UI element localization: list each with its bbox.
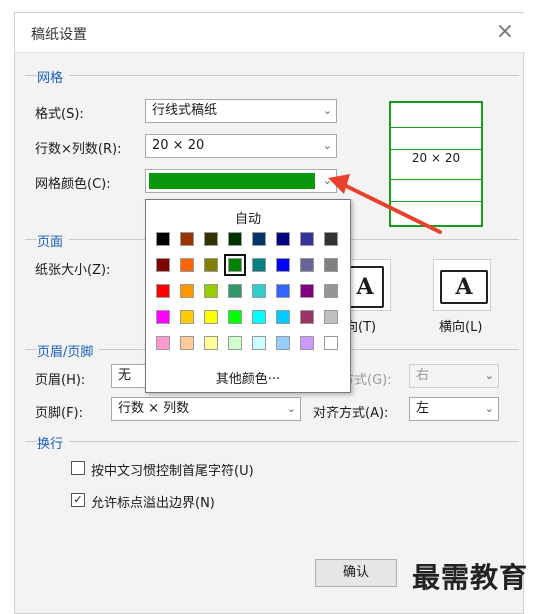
watermark-text: 最需教育: [411, 561, 528, 594]
header-footer-heading: 页眉/页脚: [37, 341, 100, 360]
color-swatch[interactable]: [224, 254, 246, 276]
annotation-arrow: [328, 174, 442, 234]
wrap-section-heading: 换行: [37, 433, 70, 452]
footer-align-label: 对齐方式(A):: [313, 406, 389, 421]
color-swatch[interactable]: [204, 232, 218, 246]
rows-cols-select[interactable]: 20 × 20 ⌄: [145, 134, 337, 158]
paper-size-label: 纸张大小(Z):: [35, 263, 111, 278]
wrap-option-2-checkbox[interactable]: ✓: [71, 493, 85, 507]
arrow-shaft: [340, 182, 442, 234]
color-swatch[interactable]: [156, 336, 170, 350]
header-label: 页眉(H):: [35, 373, 86, 388]
header-select-value: 无: [118, 368, 132, 383]
color-swatch[interactable]: [276, 232, 290, 246]
rows-cols-label: 行数×列数(R):: [35, 142, 122, 157]
page-setup-dialog: 稿纸设置 × 网格 格式(S): 行线式稿纸 ⌄ 行数×列数(R): 20 × …: [14, 12, 525, 614]
header-align-select[interactable]: 右 ⌄: [409, 364, 499, 388]
color-swatch[interactable]: [180, 310, 194, 324]
color-swatch[interactable]: [228, 232, 242, 246]
chevron-down-icon: ⌄: [322, 139, 332, 152]
color-swatch[interactable]: [252, 336, 266, 350]
color-swatch[interactable]: [276, 310, 290, 324]
footer-align-value: 左: [416, 401, 430, 416]
color-swatch[interactable]: [276, 336, 290, 350]
color-swatch[interactable]: [300, 310, 314, 324]
footer-align-select[interactable]: 左 ⌄: [409, 397, 499, 421]
color-swatch[interactable]: [156, 258, 170, 272]
chevron-down-icon: ⌄: [484, 369, 494, 382]
footer-label: 页脚(F):: [35, 406, 84, 421]
style-label: 格式(S):: [35, 107, 84, 122]
style-select-value: 行线式稿纸: [152, 103, 218, 118]
chevron-down-icon: ⌄: [322, 104, 332, 117]
preview-text: 20 × 20: [411, 151, 461, 165]
color-swatch[interactable]: [228, 336, 242, 350]
rows-cols-select-value: 20 × 20: [152, 138, 205, 153]
color-swatch[interactable]: [276, 258, 290, 272]
color-swatch[interactable]: [156, 232, 170, 246]
color-swatch[interactable]: [204, 284, 218, 298]
color-swatch[interactable]: [300, 232, 314, 246]
color-swatch[interactable]: [252, 232, 266, 246]
chevron-down-icon: ⌄: [484, 402, 494, 415]
color-swatch[interactable]: [204, 310, 218, 324]
arrow-head: [328, 174, 350, 194]
color-swatch[interactable]: [252, 310, 266, 324]
color-swatch[interactable]: [324, 336, 338, 350]
color-swatch[interactable]: [204, 258, 218, 272]
wrap-section-divider: [25, 441, 519, 442]
color-swatch[interactable]: [228, 284, 242, 298]
color-swatch[interactable]: [252, 258, 266, 272]
color-swatch[interactable]: [156, 284, 170, 298]
color-swatch[interactable]: [156, 310, 170, 324]
more-colors-option[interactable]: 其他颜色···: [146, 368, 350, 387]
color-swatch[interactable]: [180, 284, 194, 298]
color-swatch[interactable]: [300, 284, 314, 298]
grid-color-swatch: [149, 173, 315, 189]
chevron-down-icon: ⌄: [286, 402, 296, 415]
ok-button[interactable]: 确认: [315, 559, 397, 587]
wrap-option-1-label: 按中文习惯控制首尾字符(U): [91, 464, 254, 479]
color-swatch[interactable]: [180, 258, 194, 272]
wrap-option-2-label: 允许标点溢出边界(N): [91, 496, 215, 511]
title-bar: 稿纸设置 ×: [15, 13, 525, 53]
close-icon[interactable]: ×: [493, 21, 517, 45]
landscape-button[interactable]: A: [433, 259, 491, 311]
color-swatch[interactable]: [228, 310, 242, 324]
grid-color-select[interactable]: ⌄: [145, 169, 337, 193]
page-section-heading: 页面: [37, 231, 70, 250]
color-swatch[interactable]: [204, 336, 218, 350]
wrap-option-1-checkbox[interactable]: [71, 461, 85, 475]
color-swatch[interactable]: [180, 336, 194, 350]
color-swatch[interactable]: [324, 284, 338, 298]
color-swatch[interactable]: [300, 258, 314, 272]
grid-color-label: 网格颜色(C):: [35, 177, 111, 192]
landscape-label: 横向(L): [439, 320, 483, 335]
color-swatch[interactable]: [180, 232, 194, 246]
grid-section-heading: 网格: [37, 67, 70, 86]
portrait-page-icon: A: [346, 266, 384, 308]
header-align-value: 右: [416, 368, 430, 383]
color-swatch[interactable]: [252, 284, 266, 298]
style-select[interactable]: 行线式稿纸 ⌄: [145, 99, 337, 123]
color-swatch[interactable]: [324, 310, 338, 324]
landscape-page-icon: A: [440, 270, 488, 304]
footer-select[interactable]: 行数 × 列数 ⌄: [111, 397, 301, 421]
dialog-title: 稿纸设置: [31, 27, 87, 43]
color-swatch[interactable]: [324, 258, 338, 272]
color-swatch[interactable]: [276, 284, 290, 298]
color-swatch[interactable]: [300, 336, 314, 350]
footer-select-value: 行数 × 列数: [118, 401, 190, 416]
grid-section-divider: [25, 75, 519, 76]
